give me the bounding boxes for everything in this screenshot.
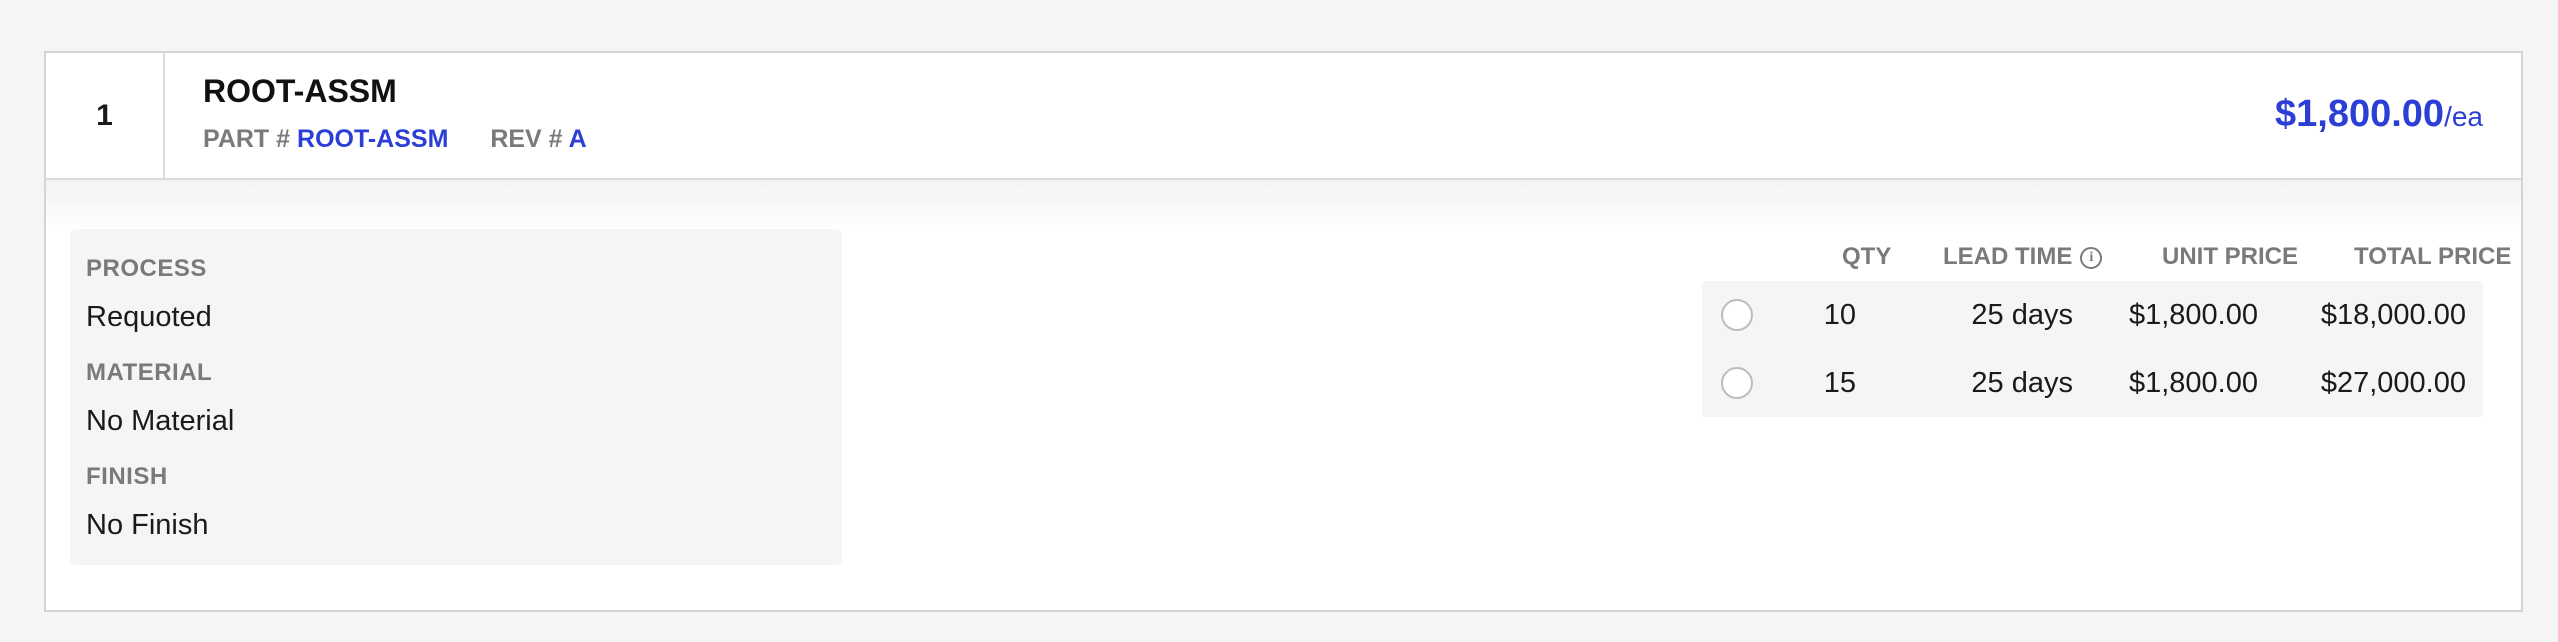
quantity-radio[interactable] bbox=[1721, 367, 1753, 399]
material-label: MATERIAL bbox=[86, 359, 213, 386]
qty-cell: 10 bbox=[1823, 299, 1856, 331]
header-shadow bbox=[46, 180, 2521, 230]
material-value: No Material bbox=[86, 405, 235, 437]
quantity-price-table: QTY LEAD TIME i UNIT PRICE TOTAL PRICE 10… bbox=[1702, 229, 2511, 417]
rev-label: REV # bbox=[490, 125, 563, 153]
part-title: ROOT-ASSM bbox=[203, 73, 397, 109]
table-body: 10 25 days $1,800.00 $18,000.00 15 25 da… bbox=[1702, 281, 2483, 417]
quantity-radio[interactable] bbox=[1721, 299, 1753, 331]
qty-cell: 15 bbox=[1823, 367, 1856, 399]
table-row[interactable]: 10 25 days $1,800.00 $18,000.00 bbox=[1702, 281, 2483, 349]
unit-price-cell: $1,800.00 bbox=[2128, 299, 2258, 331]
unit-price-cell: $1,800.00 bbox=[2128, 367, 2258, 399]
lead-time-cell: 25 days bbox=[1971, 299, 2073, 331]
unit-price-summary: $1,800.00/ea bbox=[2275, 93, 2483, 136]
total-price-cell: $18,000.00 bbox=[2320, 299, 2466, 331]
lead-time-cell: 25 days bbox=[1971, 367, 2073, 399]
part-number-label: PART # bbox=[203, 125, 291, 153]
table-row[interactable]: 15 25 days $1,800.00 $27,000.00 bbox=[1702, 349, 2483, 417]
part-info: ROOT-ASSM PART # ROOT-ASSM REV # A $1,80… bbox=[165, 53, 2521, 178]
lead-time-header: LEAD TIME i bbox=[1943, 243, 2103, 271]
quote-line-item-card: 1 ROOT-ASSM PART # ROOT-ASSM REV # A $1,… bbox=[44, 51, 2523, 612]
unit-price-header: UNIT PRICE bbox=[2162, 243, 2299, 270]
rev-value: A bbox=[568, 125, 587, 153]
process-label: PROCESS bbox=[86, 255, 207, 282]
part-number-value: ROOT-ASSM bbox=[297, 125, 449, 153]
info-icon[interactable]: i bbox=[2080, 246, 2103, 269]
total-price-cell: $27,000.00 bbox=[2320, 367, 2466, 399]
part-meta: PART # ROOT-ASSM REV # A bbox=[203, 125, 587, 154]
qty-header: QTY bbox=[1842, 243, 1892, 270]
finish-value: No Finish bbox=[86, 509, 209, 541]
line-item-header: 1 ROOT-ASSM PART # ROOT-ASSM REV # A $1,… bbox=[46, 53, 2521, 180]
unit-price-suffix: /ea bbox=[2444, 101, 2483, 132]
total-price-header: TOTAL PRICE bbox=[2354, 243, 2512, 270]
finish-label: FINISH bbox=[86, 463, 168, 490]
table-header: QTY LEAD TIME i UNIT PRICE TOTAL PRICE bbox=[1702, 229, 2511, 281]
lead-time-header-label: LEAD TIME bbox=[1943, 243, 2073, 270]
specs-panel: PROCESS Requoted MATERIAL No Material FI… bbox=[70, 229, 842, 565]
line-item-number: 1 bbox=[46, 53, 165, 178]
unit-price-amount: $1,800.00 bbox=[2275, 93, 2445, 135]
process-value: Requoted bbox=[86, 301, 212, 333]
